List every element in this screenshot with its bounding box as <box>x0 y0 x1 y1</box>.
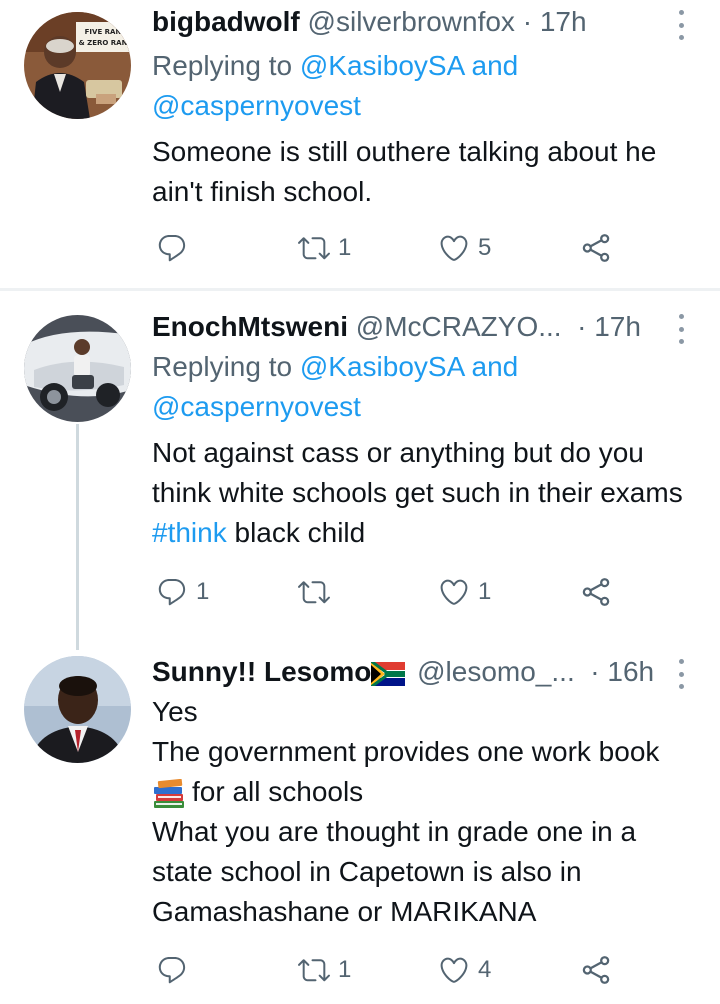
retweet-icon <box>298 954 330 986</box>
user-handle[interactable]: @McCRAZYO... <box>356 311 562 342</box>
avatar-sign-line1: FIVE RAN <box>85 28 122 36</box>
display-name[interactable]: Sunny!! Lesomo <box>152 656 371 687</box>
timestamp[interactable]: 17h <box>594 311 641 342</box>
replying-and[interactable]: and <box>472 50 519 81</box>
replying-and[interactable]: and <box>472 351 519 382</box>
reply-button[interactable]: 1 <box>156 572 209 612</box>
tweet-body: Replying to @KasiboySA and @caspernyoves… <box>152 46 696 212</box>
mention-link[interactable]: @caspernyovest <box>152 391 361 422</box>
reply-button[interactable] <box>156 228 196 268</box>
retweet-count: 1 <box>338 956 352 983</box>
display-name[interactable]: EnochMtsweni <box>152 311 348 342</box>
more-icon[interactable] <box>674 314 688 344</box>
hashtag-link[interactable]: #think <box>152 517 227 548</box>
user-handle[interactable]: @lesomo_... <box>417 656 575 687</box>
action-bar: 1 4 <box>152 950 622 990</box>
display-name[interactable]: bigbadwolf <box>152 6 300 37</box>
like-count: 1 <box>478 578 492 605</box>
tweet-header: bigbadwolf @silverbrownfox · 17h <box>152 2 680 42</box>
share-icon <box>580 576 612 608</box>
reply-icon <box>156 576 188 608</box>
reply-button[interactable] <box>156 950 196 990</box>
tweet-header: Sunny!! Lesomo @lesomo_... · 16h <box>152 652 680 692</box>
more-icon[interactable] <box>674 10 688 40</box>
retweet-button[interactable]: 1 <box>298 228 351 268</box>
mention-link[interactable]: @KasiboySA <box>300 351 464 382</box>
reply-icon <box>156 232 188 264</box>
tweet-text-line: What you are thought in grade one in a s… <box>152 816 637 927</box>
avatar-image: FIVE RAN & ZERO RAN <box>24 12 131 119</box>
tweet-text-part: Not against cass or anything but do you … <box>152 437 683 508</box>
tweet-text-part: black child <box>226 517 366 548</box>
share-icon <box>580 232 612 264</box>
tweet-body: Yes The government provides one work boo… <box>152 692 696 932</box>
mention-link[interactable]: @caspernyovest <box>152 90 361 121</box>
replying-to: Replying to @KasiboySA and <box>152 347 696 387</box>
tweet-3[interactable]: Sunny!! Lesomo @lesomo_... · 16h Yes The… <box>0 641 720 1004</box>
tweet-header: EnochMtsweni @McCRAZYO... · 17h <box>152 307 680 347</box>
mention-link[interactable]: @KasiboySA <box>300 50 464 81</box>
share-button[interactable] <box>580 950 612 990</box>
replying-prefix: Replying to <box>152 351 293 382</box>
tweet-2[interactable]: EnochMtsweni @McCRAZYO... · 17h Replying… <box>0 291 720 641</box>
action-bar: 1 1 <box>152 572 622 612</box>
reply-count: 1 <box>196 578 210 605</box>
action-bar: 1 5 <box>152 228 622 268</box>
reply-icon <box>156 954 188 986</box>
tweet-1[interactable]: FIVE RAN & ZERO RAN bigbadwolf @silverbr… <box>0 0 720 288</box>
tweet-text: Someone is still outhere talking about h… <box>152 136 657 207</box>
retweet-button[interactable] <box>298 572 338 612</box>
retweet-count: 1 <box>338 234 352 261</box>
timestamp[interactable]: 17h <box>540 6 587 37</box>
retweet-icon <box>298 232 330 264</box>
books-emoji-icon <box>154 778 184 808</box>
tweet-text-line: for all schools <box>152 772 696 812</box>
avatar-bigbadwolf[interactable]: FIVE RAN & ZERO RAN <box>24 12 131 119</box>
like-button[interactable]: 1 <box>438 572 491 612</box>
share-button[interactable] <box>580 572 612 612</box>
retweet-button[interactable]: 1 <box>298 950 351 990</box>
avatar-sunny-lesomo[interactable] <box>24 656 131 763</box>
more-icon[interactable] <box>674 659 688 689</box>
like-icon <box>438 232 470 264</box>
replying-to: Replying to @KasiboySA and <box>152 46 696 86</box>
tweet-text-part: for all schools <box>192 776 364 807</box>
avatar-image <box>24 656 131 763</box>
timestamp[interactable]: 16h <box>607 656 654 687</box>
like-count: 5 <box>478 234 492 261</box>
retweet-icon <box>298 576 330 608</box>
flag-emoji-icon <box>371 661 406 686</box>
share-icon <box>580 954 612 986</box>
tweet-text: Not against cass or anything but do you … <box>152 433 696 553</box>
like-icon <box>438 954 470 986</box>
separator-dot: · <box>569 311 587 342</box>
like-button[interactable]: 5 <box>438 228 491 268</box>
user-handle[interactable]: @silverbrownfox <box>308 6 515 37</box>
tweet-body: Replying to @KasiboySA and @caspernyoves… <box>152 347 696 553</box>
like-icon <box>438 576 470 608</box>
separator-dot: · <box>582 656 600 687</box>
avatar-image <box>24 315 131 422</box>
replying-prefix: Replying to <box>152 50 293 81</box>
tweet-text-line: Yes <box>152 696 198 727</box>
like-count: 4 <box>478 956 492 983</box>
avatar-sign-line2: & ZERO RAN <box>79 39 128 47</box>
share-button[interactable] <box>580 228 612 268</box>
like-button[interactable]: 4 <box>438 950 491 990</box>
separator-dot: · <box>522 6 533 37</box>
avatar-enochmtsweni[interactable] <box>24 315 131 422</box>
tweet-text-line: The government provides one work book <box>152 736 660 767</box>
